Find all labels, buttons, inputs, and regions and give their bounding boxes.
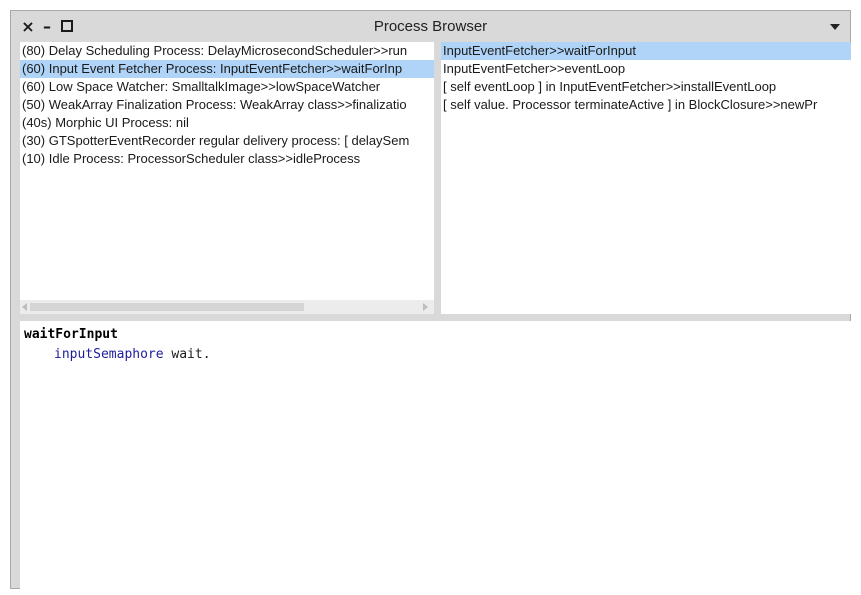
code-pane[interactable]: waitForInput inputSemaphore wait. (20, 321, 851, 589)
code-statement: wait. (163, 347, 211, 362)
stack-list[interactable]: InputEventFetcher>>waitForInput InputEven… (441, 42, 851, 114)
stack-list-row[interactable]: InputEventFetcher>>eventLoop (441, 60, 851, 78)
process-list-row[interactable]: (80) Delay Scheduling Process: DelayMicr… (20, 42, 434, 60)
process-list[interactable]: (80) Delay Scheduling Process: DelayMicr… (20, 42, 434, 168)
code-editor[interactable]: waitForInput inputSemaphore wait. (24, 325, 211, 365)
code-variable: inputSemaphore (54, 347, 164, 362)
process-list-row[interactable]: (40s) Morphic UI Process: nil (20, 114, 434, 132)
stack-list-row[interactable]: [ self eventLoop ] in InputEventFetcher>… (441, 78, 851, 96)
title-bar[interactable]: × – Process Browser (11, 11, 850, 42)
scroll-left-icon[interactable] (22, 303, 27, 311)
window-title: Process Browser (373, 18, 488, 35)
process-list-row[interactable]: (10) Idle Process: ProcessorScheduler cl… (20, 150, 434, 168)
process-list-row[interactable]: (60) Low Space Watcher: SmalltalkImage>>… (20, 78, 434, 96)
stack-list-pane[interactable]: InputEventFetcher>>waitForInput InputEven… (441, 42, 851, 314)
scroll-right-icon[interactable] (423, 303, 428, 311)
process-browser-window: × – Process Browser (80) Delay Schedulin… (10, 10, 851, 589)
method-selector: waitForInput (24, 327, 118, 342)
process-list-pane[interactable]: (80) Delay Scheduling Process: DelayMicr… (20, 42, 434, 314)
stack-list-row[interactable]: [ self value. Processor terminateActive … (441, 96, 851, 114)
scrollbar-thumb[interactable] (30, 303, 304, 311)
process-list-row[interactable]: (50) WeakArray Finalization Process: Wea… (20, 96, 434, 114)
process-list-row[interactable]: (30) GTSpotterEventRecorder regular deli… (20, 132, 434, 150)
stack-list-row[interactable]: InputEventFetcher>>waitForInput (441, 42, 851, 60)
process-list-row[interactable]: (60) Input Event Fetcher Process: InputE… (20, 60, 434, 78)
horizontal-scrollbar[interactable] (20, 300, 434, 314)
window-menu-icon[interactable] (830, 24, 840, 30)
